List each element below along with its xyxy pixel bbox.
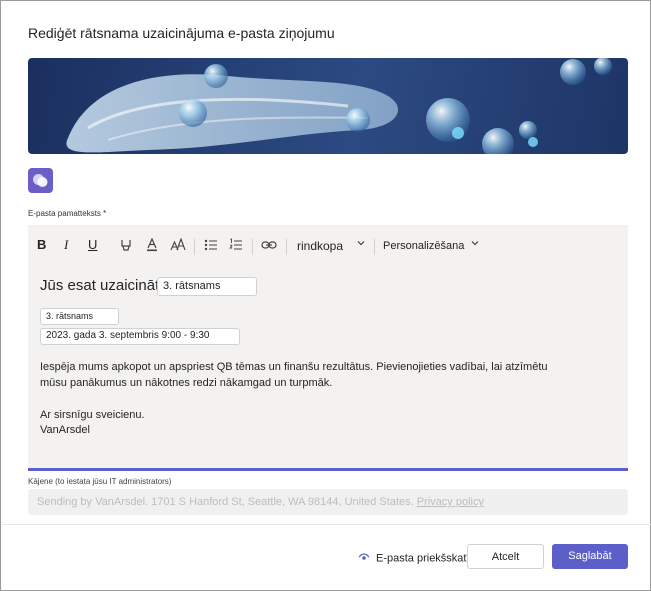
teams-icon [28, 168, 53, 193]
footer-text: Sending by VanArsdel. 1701 S Hanford St,… [37, 496, 484, 508]
dialog-title: Rediģēt rātsnama uzaicinājuma e-pasta zi… [28, 25, 335, 41]
body-label: E-pasta pamatteksts * [28, 209, 107, 218]
cancel-button[interactable]: Atcelt [467, 544, 544, 569]
signature: VanArsdel [40, 424, 90, 436]
banner-art [66, 58, 612, 154]
link-icon[interactable] [261, 239, 277, 254]
signoff: Ar sirsnīgu sveicienu. [40, 409, 145, 421]
bullet-list-icon[interactable] [204, 238, 218, 255]
dialog: Rediģēt rātsnama uzaicinājuma e-pasta zi… [0, 0, 651, 591]
chevron-down-icon[interactable] [470, 238, 480, 251]
divider [2, 524, 651, 525]
email-body-editor[interactable]: B I U rindkopa Personalizēšana Jūs esat … [28, 225, 628, 471]
save-button[interactable]: Saglabāt [552, 544, 628, 569]
bold-button[interactable]: B [37, 237, 46, 252]
event-date-token[interactable]: 2023. gada 3. septembris 9:00 - 9:30 [40, 328, 240, 345]
footer-field: Sending by VanArsdel. 1701 S Hanford St,… [28, 489, 628, 515]
eye-icon [358, 552, 370, 565]
paragraph-style-dropdown[interactable]: rindkopa [297, 239, 343, 253]
footer-label: Kājene (to iestata jūsu IT administrator… [28, 477, 172, 486]
body-paragraph-line: Iespēja mums apkopot un apspriest QB tēm… [40, 361, 548, 373]
toolbar-separator [286, 239, 287, 255]
privacy-policy-link[interactable]: Privacy policy [417, 496, 484, 508]
font-color-icon[interactable] [145, 237, 159, 255]
event-title-token[interactable]: 3. rātsnams [40, 308, 119, 325]
chevron-down-icon[interactable] [356, 238, 366, 251]
underline-button[interactable]: U [88, 237, 97, 252]
event-name-token[interactable]: 3. rātsnams [157, 277, 257, 296]
toolbar-separator [194, 239, 195, 255]
highlight-icon[interactable] [119, 238, 133, 255]
banner-image [28, 58, 628, 154]
body-paragraph-line: mūsu panākumus un nākotnes redzi nākamga… [40, 377, 333, 389]
numbered-list-icon[interactable] [229, 238, 243, 255]
toolbar-separator [374, 239, 375, 255]
footer-address: Sending by VanArsdel. 1701 S Hanford St,… [37, 496, 414, 508]
italic-button[interactable]: I [64, 237, 68, 253]
invite-heading: Jūs esat uzaicināts [40, 277, 167, 294]
formatting-toolbar: B I U rindkopa Personalizēšana [28, 235, 628, 257]
personalize-dropdown[interactable]: Personalizēšana [383, 240, 464, 252]
toolbar-separator [252, 239, 253, 255]
font-size-icon[interactable] [170, 237, 186, 255]
